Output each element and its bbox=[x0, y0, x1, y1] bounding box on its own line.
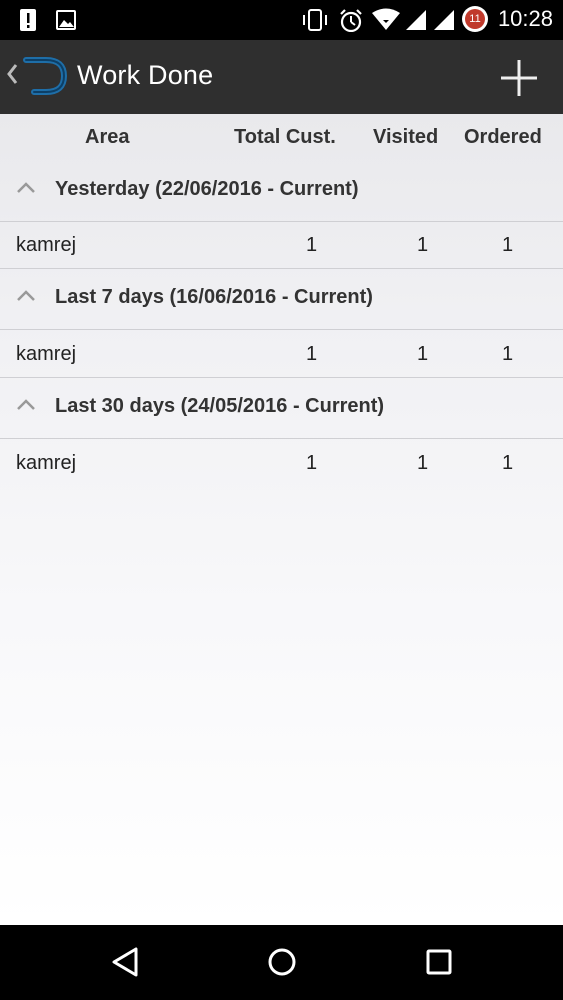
image-icon bbox=[56, 10, 76, 30]
cell-total-cust: 1 bbox=[306, 234, 318, 256]
status-bar: 11 10:28 bbox=[0, 0, 563, 40]
group-label: Yesterday (22/06/2016 - Current) bbox=[55, 178, 359, 200]
add-icon[interactable] bbox=[499, 58, 539, 98]
group-label: Last 7 days (16/06/2016 - Current) bbox=[55, 286, 373, 308]
group-header-last-7-days[interactable]: Last 7 days (16/06/2016 - Current) bbox=[0, 269, 563, 330]
status-time: 10:28 bbox=[497, 6, 553, 31]
app-logo-icon[interactable] bbox=[18, 54, 70, 98]
signal-icon bbox=[406, 10, 426, 30]
work-done-list: Area Total Cust. Visited Ordered Yesterd… bbox=[0, 114, 563, 925]
cell-visited: 1 bbox=[417, 234, 429, 256]
alarm-icon bbox=[340, 9, 362, 32]
group-header-last-30-days[interactable]: Last 30 days (24/05/2016 - Current) bbox=[0, 378, 563, 439]
home-icon[interactable] bbox=[265, 945, 299, 979]
chevron-up-icon bbox=[17, 290, 35, 301]
cell-area: kamrej bbox=[16, 452, 77, 474]
group-label: Last 30 days (24/05/2016 - Current) bbox=[55, 395, 385, 417]
cell-ordered: 1 bbox=[502, 343, 514, 365]
table-row[interactable]: kamrej 1 1 1 bbox=[0, 440, 563, 486]
group-header-yesterday[interactable]: Yesterday (22/06/2016 - Current) bbox=[0, 161, 563, 222]
table-row[interactable]: kamrej 1 1 1 bbox=[0, 331, 563, 378]
column-header-ordered[interactable]: Ordered bbox=[464, 126, 542, 149]
cell-visited: 1 bbox=[417, 452, 429, 474]
back-icon[interactable] bbox=[110, 945, 140, 979]
cell-area: kamrej bbox=[16, 343, 77, 365]
cell-total-cust: 1 bbox=[306, 452, 318, 474]
chevron-up-icon bbox=[17, 182, 35, 193]
cell-area: kamrej bbox=[16, 234, 77, 256]
cell-visited: 1 bbox=[417, 343, 429, 365]
column-header-area[interactable]: Area bbox=[85, 126, 129, 149]
signal-icon-2 bbox=[434, 10, 454, 30]
navigation-bar bbox=[0, 925, 563, 1000]
action-bar: Work Done bbox=[0, 40, 563, 114]
notification-badge-icon: 11 bbox=[462, 6, 488, 32]
column-header-row: Area Total Cust. Visited Ordered bbox=[0, 114, 563, 162]
recents-icon[interactable] bbox=[424, 945, 454, 979]
notification-badge-count: 11 bbox=[465, 9, 485, 29]
page-title: Work Done bbox=[77, 60, 214, 90]
back-chevron-icon[interactable] bbox=[5, 62, 19, 86]
alert-icon bbox=[20, 9, 36, 31]
column-header-total-cust[interactable]: Total Cust. bbox=[234, 126, 336, 149]
cell-ordered: 1 bbox=[502, 452, 514, 474]
vibrate-icon bbox=[303, 9, 327, 31]
table-row[interactable]: kamrej 1 1 1 bbox=[0, 222, 563, 269]
column-header-visited[interactable]: Visited bbox=[373, 126, 438, 149]
wifi-icon bbox=[372, 8, 400, 30]
cell-ordered: 1 bbox=[502, 234, 514, 256]
cell-total-cust: 1 bbox=[306, 343, 318, 365]
chevron-up-icon bbox=[17, 399, 35, 410]
